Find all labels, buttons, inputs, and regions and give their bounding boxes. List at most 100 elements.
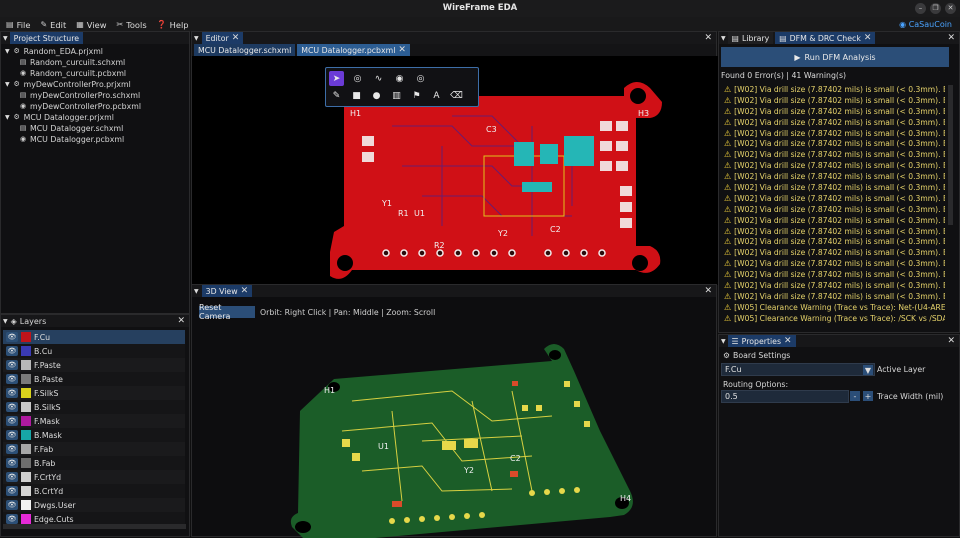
tree-item-project[interactable]: ▼ ⚙ myDewControllerPro.prjxml	[5, 79, 189, 90]
minimize-icon[interactable]: –	[915, 3, 926, 14]
circle-icon[interactable]: ●	[369, 88, 384, 103]
dfm-warning-item[interactable]: ⚠ [W02] Via drill size (7.87402 mils) is …	[719, 85, 945, 96]
close-icon[interactable]: ✕	[704, 33, 712, 43]
eraser-icon[interactable]: ⌫	[449, 88, 464, 103]
tab-3d-view[interactable]: 3D View ✕	[201, 285, 253, 297]
eye-icon[interactable]: 👁	[6, 346, 18, 356]
layer-color-swatch[interactable]	[21, 402, 31, 412]
collapse-icon[interactable]: ▼	[194, 35, 199, 42]
layer-color-swatch[interactable]	[21, 514, 31, 524]
route-icon[interactable]: ∿	[371, 71, 386, 86]
layer-color-swatch[interactable]	[21, 388, 31, 398]
close-icon[interactable]: ✕	[398, 45, 406, 55]
eye-icon[interactable]: 👁	[6, 514, 18, 524]
layer-row[interactable]: 👁 F.Paste	[3, 358, 185, 372]
tree-item-project[interactable]: ▼ ⚙ MCU Datalogger.prjxml	[5, 112, 189, 123]
close-icon[interactable]: ✕	[177, 316, 185, 326]
eye-icon[interactable]: 👁	[6, 500, 18, 510]
dfm-warning-item[interactable]: ⚠ [W02] Via drill size (7.87402 mils) is …	[719, 248, 945, 259]
collapse-icon[interactable]: ▼	[3, 35, 8, 42]
tab-library[interactable]: ▤ Library	[727, 32, 774, 44]
layer-row[interactable]: 👁 F.Fab	[3, 442, 185, 456]
dfm-warning-item[interactable]: ⚠ [W02] Via drill size (7.87402 mils) is …	[719, 216, 945, 227]
dfm-warning-item[interactable]: ⚠ [W02] Via drill size (7.87402 mils) is …	[719, 172, 945, 183]
dfm-warning-item[interactable]: ⚠ [W02] Via drill size (7.87402 mils) is …	[719, 183, 945, 194]
menu-file[interactable]: ▤ File	[6, 20, 30, 30]
dfm-warning-item[interactable]: ⚠ [W02] Via drill size (7.87402 mils) is …	[719, 161, 945, 172]
dfm-warning-item[interactable]: ⚠ [W02] Via drill size (7.87402 mils) is …	[719, 150, 945, 161]
via-icon[interactable]: ◎	[350, 71, 365, 86]
dfm-warning-item[interactable]: ⚠ [W02] Via drill size (7.87402 mils) is …	[719, 259, 945, 270]
tree-item-file[interactable]: ◉ MCU Datalogger.pcbxml	[5, 134, 189, 145]
eye-icon[interactable]: 👁	[6, 402, 18, 412]
layer-row[interactable]: 👁 B.Fab	[3, 456, 185, 470]
user-account[interactable]: ◉ CaSauCoin	[899, 17, 952, 32]
menu-view[interactable]: ▦ View	[76, 20, 106, 30]
layer-color-swatch[interactable]	[21, 486, 31, 496]
dfm-warning-item[interactable]: ⚠ [W02] Via drill size (7.87402 mils) is …	[719, 129, 945, 140]
eye-icon[interactable]: 👁	[6, 388, 18, 398]
layer-color-swatch[interactable]	[21, 374, 31, 384]
layer-row[interactable]: 👁 B.Paste	[3, 372, 185, 386]
eye-icon[interactable]: 👁	[6, 472, 18, 482]
pad-icon[interactable]: ◉	[392, 71, 407, 86]
file-tab-schematic[interactable]: MCU Datalogger.schxml	[194, 44, 296, 56]
layer-color-swatch[interactable]	[21, 416, 31, 426]
layer-color-swatch[interactable]	[21, 500, 31, 510]
expand-icon[interactable]: ▼	[5, 46, 10, 57]
dfm-warning-item[interactable]: ⚠ [W02] Via drill size (7.87402 mils) is …	[719, 270, 945, 281]
collapse-icon[interactable]: ▼	[194, 288, 199, 295]
dfm-warning-item[interactable]: ⚠ [W02] Via drill size (7.87402 mils) is …	[719, 227, 945, 238]
dfm-warning-item[interactable]: ⚠ [W02] Via drill size (7.87402 mils) is …	[719, 281, 945, 292]
eye-icon[interactable]: 👁	[6, 458, 18, 468]
dfm-warning-item[interactable]: ⚠ [W05] Clearance Warning (Trace vs Trace…	[719, 303, 945, 314]
layer-color-swatch[interactable]	[21, 332, 31, 342]
dfm-warning-item[interactable]: ⚠ [W02] Via drill size (7.87402 mils) is …	[719, 139, 945, 150]
eye-icon[interactable]: 👁	[6, 360, 18, 370]
collapse-icon[interactable]: ▼	[721, 35, 726, 42]
expand-icon[interactable]: ▼	[5, 79, 10, 90]
horizontal-scrollbar[interactable]	[3, 524, 186, 529]
dfm-warning-item[interactable]: ⚠ [W02] Via drill size (7.87402 mils) is …	[719, 107, 945, 118]
layer-row[interactable]: 👁 B.Cu	[3, 344, 185, 358]
dfm-warning-item[interactable]: ⚠ [W02] Via drill size (7.87402 mils) is …	[719, 194, 945, 205]
trace-width-input[interactable]: 0.5	[721, 390, 849, 403]
maximize-icon[interactable]: ❐	[930, 3, 941, 14]
layer-color-swatch[interactable]	[21, 444, 31, 454]
eye-icon[interactable]: 👁	[6, 430, 18, 440]
eye-icon[interactable]: 👁	[6, 486, 18, 496]
layer-color-swatch[interactable]	[21, 360, 31, 370]
layer-row[interactable]: 👁 F.Mask	[3, 414, 185, 428]
close-icon[interactable]: ✕	[864, 33, 872, 43]
close-icon[interactable]: ✕	[947, 336, 955, 346]
board-3d-view[interactable]: H1 H4 C2 Y2 U1	[192, 321, 718, 538]
text-icon[interactable]: A	[429, 88, 444, 103]
layer-row[interactable]: 👁 F.Cu	[3, 330, 185, 344]
eye-icon[interactable]: 👁	[6, 332, 18, 342]
dfm-warning-item[interactable]: ⚠ [W02] Via drill size (7.87402 mils) is …	[719, 292, 945, 303]
tree-item-file[interactable]: ▤ myDewControllerPro.schxml	[5, 90, 189, 101]
pencil-icon[interactable]: ✎	[329, 88, 344, 103]
close-icon[interactable]: ✕	[784, 336, 792, 346]
tab-properties[interactable]: ☰ Properties ✕	[727, 335, 796, 347]
zone-icon[interactable]: ▥	[389, 88, 404, 103]
eye-icon[interactable]: 👁	[6, 374, 18, 384]
tree-item-project[interactable]: ▼ ⚙ Random_EDA.prjxml	[5, 46, 189, 57]
flag-icon[interactable]: ⚑	[409, 88, 424, 103]
run-dfm-button[interactable]: ▶ Run DFM Analysis	[721, 47, 949, 67]
layer-color-swatch[interactable]	[21, 430, 31, 440]
target-icon[interactable]: ◎	[413, 71, 428, 86]
close-icon[interactable]: ✕	[241, 286, 249, 296]
menu-edit[interactable]: ✎ Edit	[40, 20, 66, 30]
close-icon[interactable]: ✕	[232, 33, 240, 43]
layer-row[interactable]: 👁 F.CrtYd	[3, 470, 185, 484]
dfm-warning-item[interactable]: ⚠ [W02] Via drill size (7.87402 mils) is …	[719, 205, 945, 216]
menu-tools[interactable]: ✂ Tools	[117, 20, 147, 30]
vertical-scrollbar[interactable]	[948, 85, 953, 225]
decrement-button[interactable]: -	[850, 391, 860, 401]
tree-item-file[interactable]: ▤ Random_curcuilt.schxml	[5, 57, 189, 68]
close-icon[interactable]: ✕	[947, 33, 955, 43]
collapse-icon[interactable]: ▼	[3, 318, 8, 325]
close-icon[interactable]: ✕	[704, 286, 712, 296]
layer-color-swatch[interactable]	[21, 346, 31, 356]
